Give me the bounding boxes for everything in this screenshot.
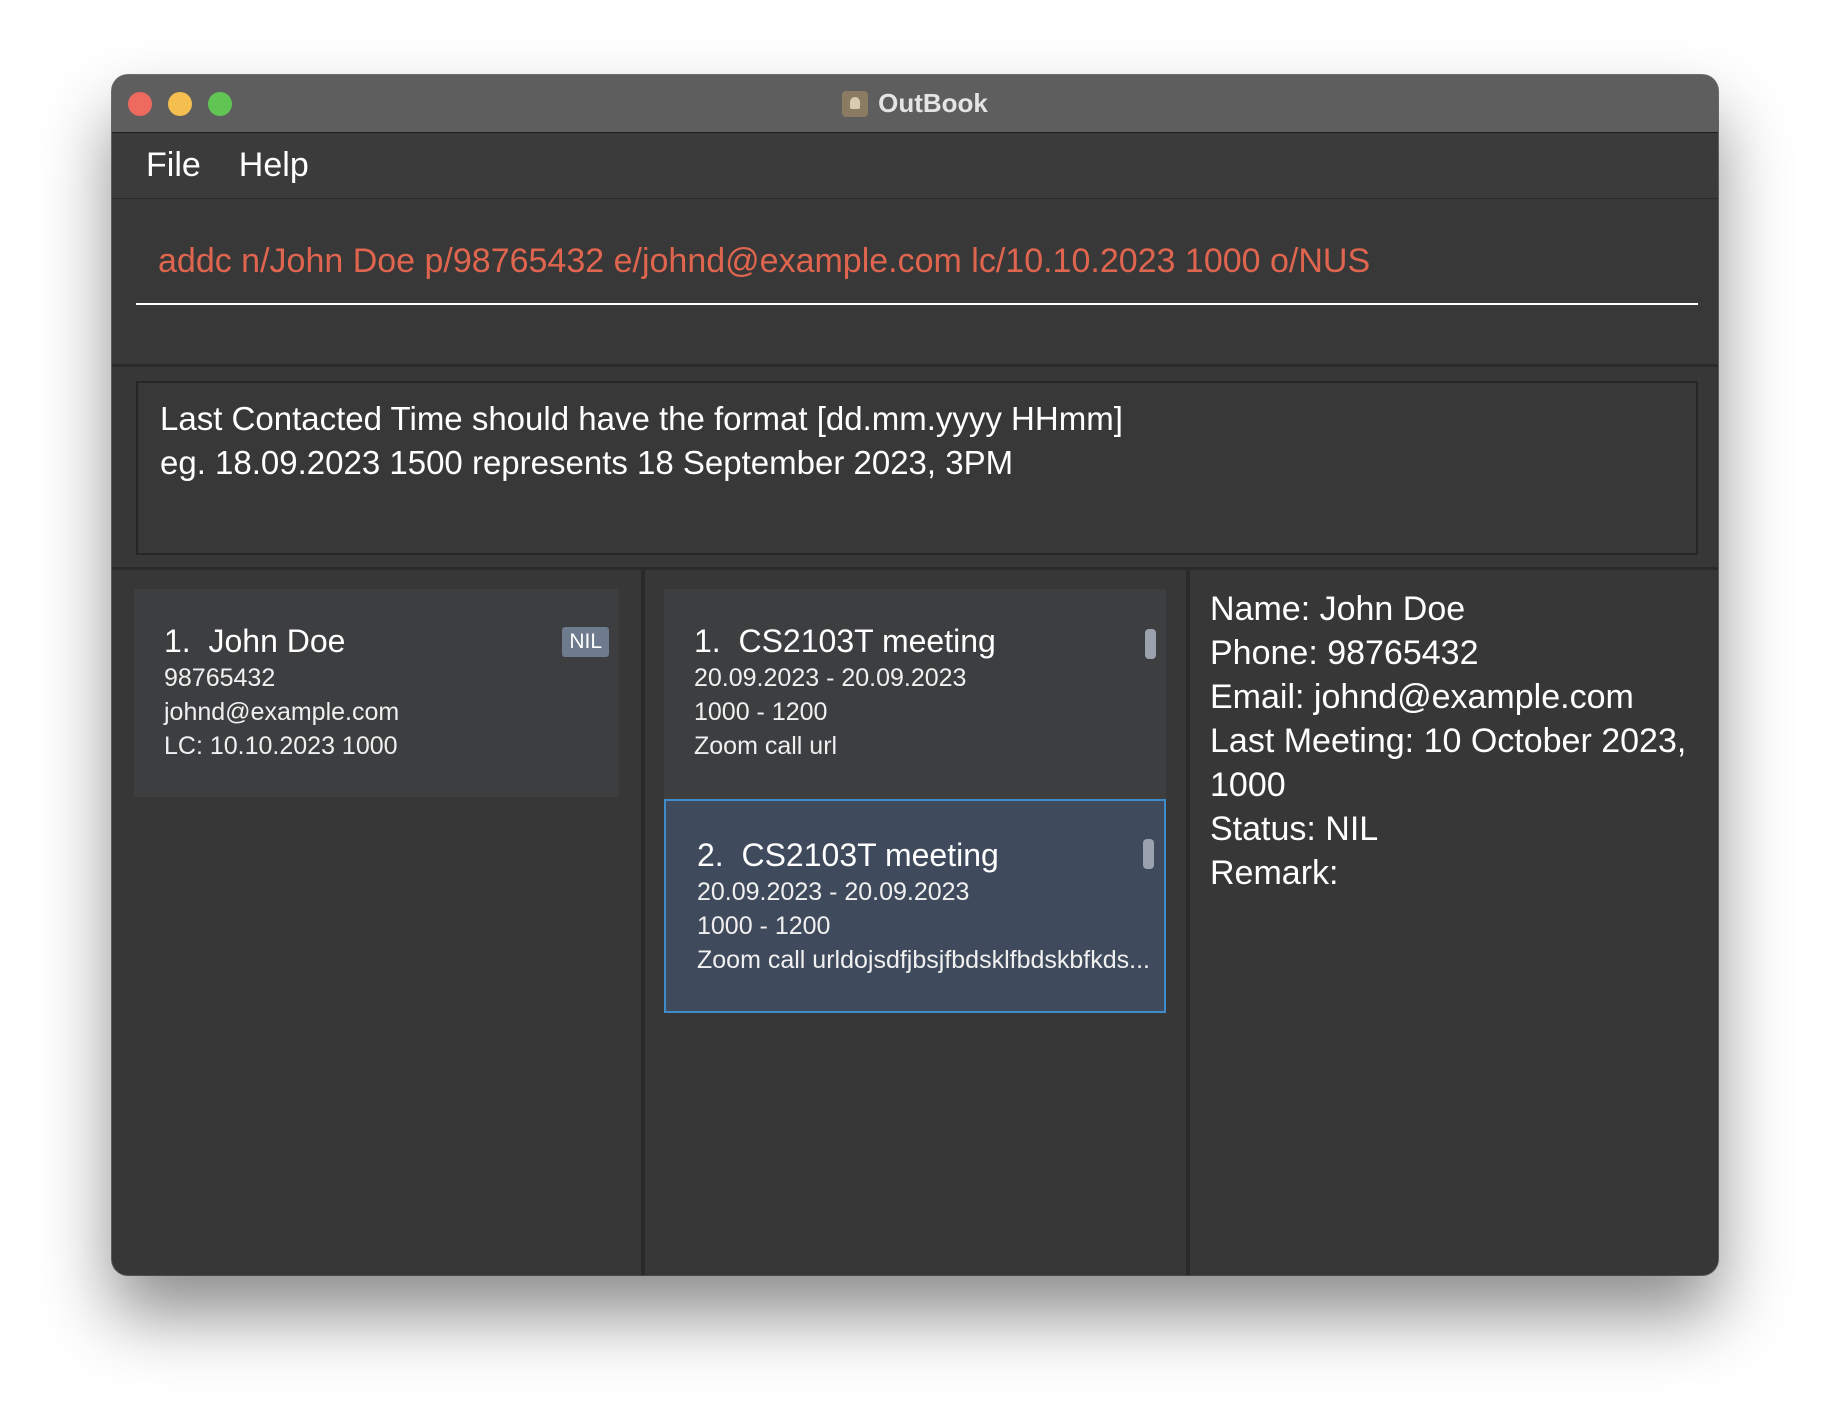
result-line-1: Last Contacted Time should have the form…: [160, 400, 1123, 437]
result-display: Last Contacted Time should have the form…: [136, 381, 1698, 555]
window-title: OutBook: [878, 88, 988, 118]
menu-file[interactable]: File: [146, 146, 201, 185]
menu-help[interactable]: Help: [239, 146, 309, 185]
meeting-title: CS2103T meeting: [741, 837, 999, 873]
meeting-index: 1.: [694, 623, 721, 659]
meeting-dates: 20.09.2023 - 20.09.2023: [694, 664, 967, 692]
result-line-2: eg. 18.09.2023 1500 represents 18 Septem…: [160, 444, 1014, 481]
panel-divider-left[interactable]: [641, 567, 645, 1275]
meeting-title: CS2103T meeting: [738, 623, 996, 659]
detail-last-meeting: Last Meeting: 10 October 2023, 1000: [1210, 722, 1687, 804]
command-input[interactable]: [136, 199, 1698, 305]
meeting-dates: 20.09.2023 - 20.09.2023: [697, 878, 970, 906]
detail-remark: Remark:: [1210, 854, 1339, 892]
person-name: John Doe: [208, 623, 346, 659]
meeting-title-row: 1. CS2103T meeting: [694, 621, 1166, 661]
detail-status: Status: NIL: [1210, 810, 1379, 848]
meeting-card-scrollbar[interactable]: [1143, 839, 1154, 869]
person-index: 1.: [164, 623, 191, 659]
meeting-times: 1000 - 1200: [694, 698, 828, 726]
person-last-contacted: LC: 10.10.2023 1000: [164, 732, 398, 760]
detail-name: Name: John Doe: [1210, 590, 1466, 628]
meeting-card-scrollbar[interactable]: [1145, 629, 1156, 659]
panels-area: 1. John Doe NIL 98765432 johnd@example.c…: [112, 567, 1718, 1275]
meeting-index: 2.: [697, 837, 724, 873]
meeting-times: 1000 - 1200: [697, 912, 831, 940]
person-name-row: 1. John Doe: [164, 621, 619, 661]
meeting-title-row: 2. CS2103T meeting: [697, 835, 1164, 875]
app-window: OutBook File Help Last Contacted Time sh…: [112, 75, 1718, 1275]
maximize-window-button[interactable]: [208, 92, 232, 116]
command-box: [112, 199, 1718, 367]
person-status-tag: NIL: [562, 627, 609, 657]
meeting-location: Zoom call url: [694, 732, 838, 760]
panels-top-divider: [112, 567, 1718, 570]
menu-bar: File Help: [112, 133, 1718, 199]
contact-details-panel: Name: John Doe Phone: 98765432 Email: jo…: [1210, 587, 1700, 895]
meeting-location: Zoom call urldojsdfjbsjfbdsklfbdskbfkds.…: [697, 946, 1150, 974]
meeting-card-selected[interactable]: 2. CS2103T meeting 20.09.2023 - 20.09.20…: [664, 799, 1166, 1013]
panel-divider-right[interactable]: [1186, 567, 1190, 1275]
address-book-icon: [842, 90, 869, 117]
person-phone: 98765432: [164, 664, 276, 692]
minimize-window-button[interactable]: [168, 92, 192, 116]
close-window-button[interactable]: [128, 92, 152, 116]
window-title-group: OutBook: [842, 88, 988, 119]
person-email: johnd@example.com: [164, 698, 400, 726]
detail-phone: Phone: 98765432: [1210, 634, 1479, 672]
meeting-card[interactable]: 1. CS2103T meeting 20.09.2023 - 20.09.20…: [664, 589, 1166, 799]
detail-email: Email: johnd@example.com: [1210, 678, 1634, 716]
title-bar[interactable]: OutBook: [112, 75, 1718, 133]
person-card[interactable]: 1. John Doe NIL 98765432 johnd@example.c…: [134, 589, 619, 797]
window-controls: [128, 92, 232, 116]
